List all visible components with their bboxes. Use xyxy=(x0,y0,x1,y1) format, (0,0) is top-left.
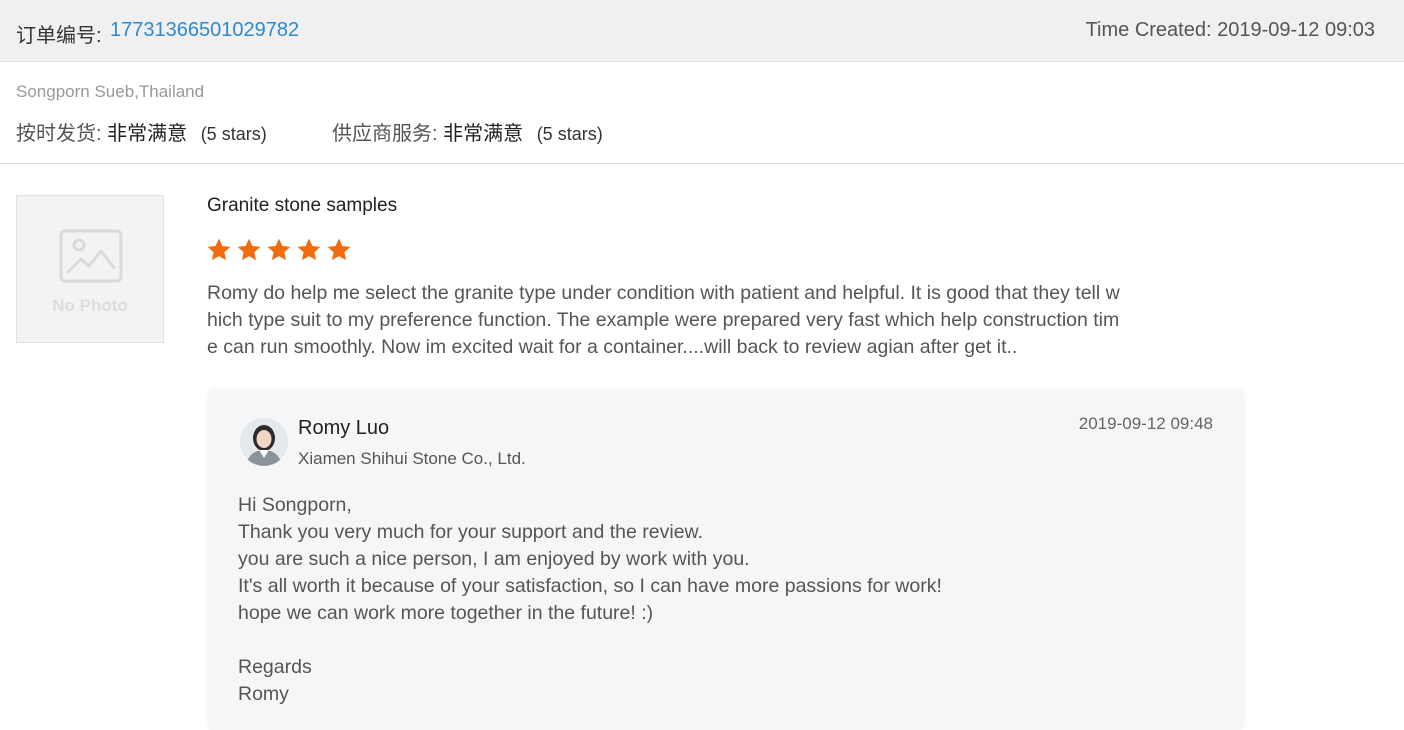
supplier-reply: Romy Luo Xiamen Shihui Stone Co., Ltd. 2… xyxy=(208,390,1243,730)
product-star-rating xyxy=(206,237,352,263)
rating-stars-text: (5 stars) xyxy=(536,124,603,144)
section-divider xyxy=(0,163,1404,164)
rating-value: 非常满意 xyxy=(443,123,524,145)
star-icon xyxy=(297,238,321,261)
rating-stars-text: (5 stars) xyxy=(200,124,267,144)
order-number-label: 订单编号: xyxy=(16,25,102,47)
reply-line: It's all worth it because of your satisf… xyxy=(238,575,942,597)
reply-line: Romy xyxy=(238,683,289,705)
review-text: Romy do help me select the granite type … xyxy=(207,280,1187,361)
reply-line: hope we can work more together in the fu… xyxy=(238,602,654,624)
star-icon xyxy=(207,238,231,261)
avatar xyxy=(240,418,288,466)
reply-timestamp: 2019-09-12 09:48 xyxy=(1078,414,1213,433)
reply-line xyxy=(238,627,1218,654)
review-line: Romy do help me select the granite type … xyxy=(207,282,1120,304)
rating-supplier-service: 供应商服务: 非常满意 (5 stars) xyxy=(332,117,603,146)
rating-label: 供应商服务: xyxy=(332,123,438,145)
rating-on-time-delivery: 按时发货: 非常满意 (5 stars) xyxy=(16,117,267,146)
reply-line: you are such a nice person, I am enjoyed… xyxy=(238,548,750,570)
rating-label: 按时发货: xyxy=(16,123,102,145)
reply-line: Hi Songporn, xyxy=(238,494,352,516)
reply-line: Thank you very much for your support and… xyxy=(238,521,703,543)
product-title: Granite stone samples xyxy=(207,195,398,216)
review-line: hich type suit to my preference function… xyxy=(207,309,1120,331)
no-photo-text: No Photo xyxy=(52,296,128,315)
avatar-person-icon xyxy=(240,418,288,466)
order-header: 订单编号: 17731366501029782 Time Created: 20… xyxy=(0,0,1404,62)
replier-company: Xiamen Shihui Stone Co., Ltd. xyxy=(298,449,526,468)
rating-value: 非常满意 xyxy=(107,123,188,145)
reply-line: Regards xyxy=(238,656,312,678)
star-icon xyxy=(327,238,351,261)
replier-name: Romy Luo xyxy=(298,417,390,439)
image-placeholder-icon xyxy=(59,229,123,283)
reply-body: Hi Songporn, Thank you very much for your… xyxy=(238,492,1218,708)
star-icon xyxy=(267,238,291,261)
star-icon xyxy=(237,238,261,261)
buyer-name-location: Songporn Sueb,Thailand xyxy=(16,82,205,101)
review-line: e can run smoothly. Now im excited wait … xyxy=(207,336,1018,358)
time-created: Time Created: 2019-09-12 09:03 xyxy=(1085,19,1375,41)
product-photo-placeholder[interactable]: No Photo xyxy=(16,195,164,343)
order-number-link[interactable]: 17731366501029782 xyxy=(110,19,299,42)
